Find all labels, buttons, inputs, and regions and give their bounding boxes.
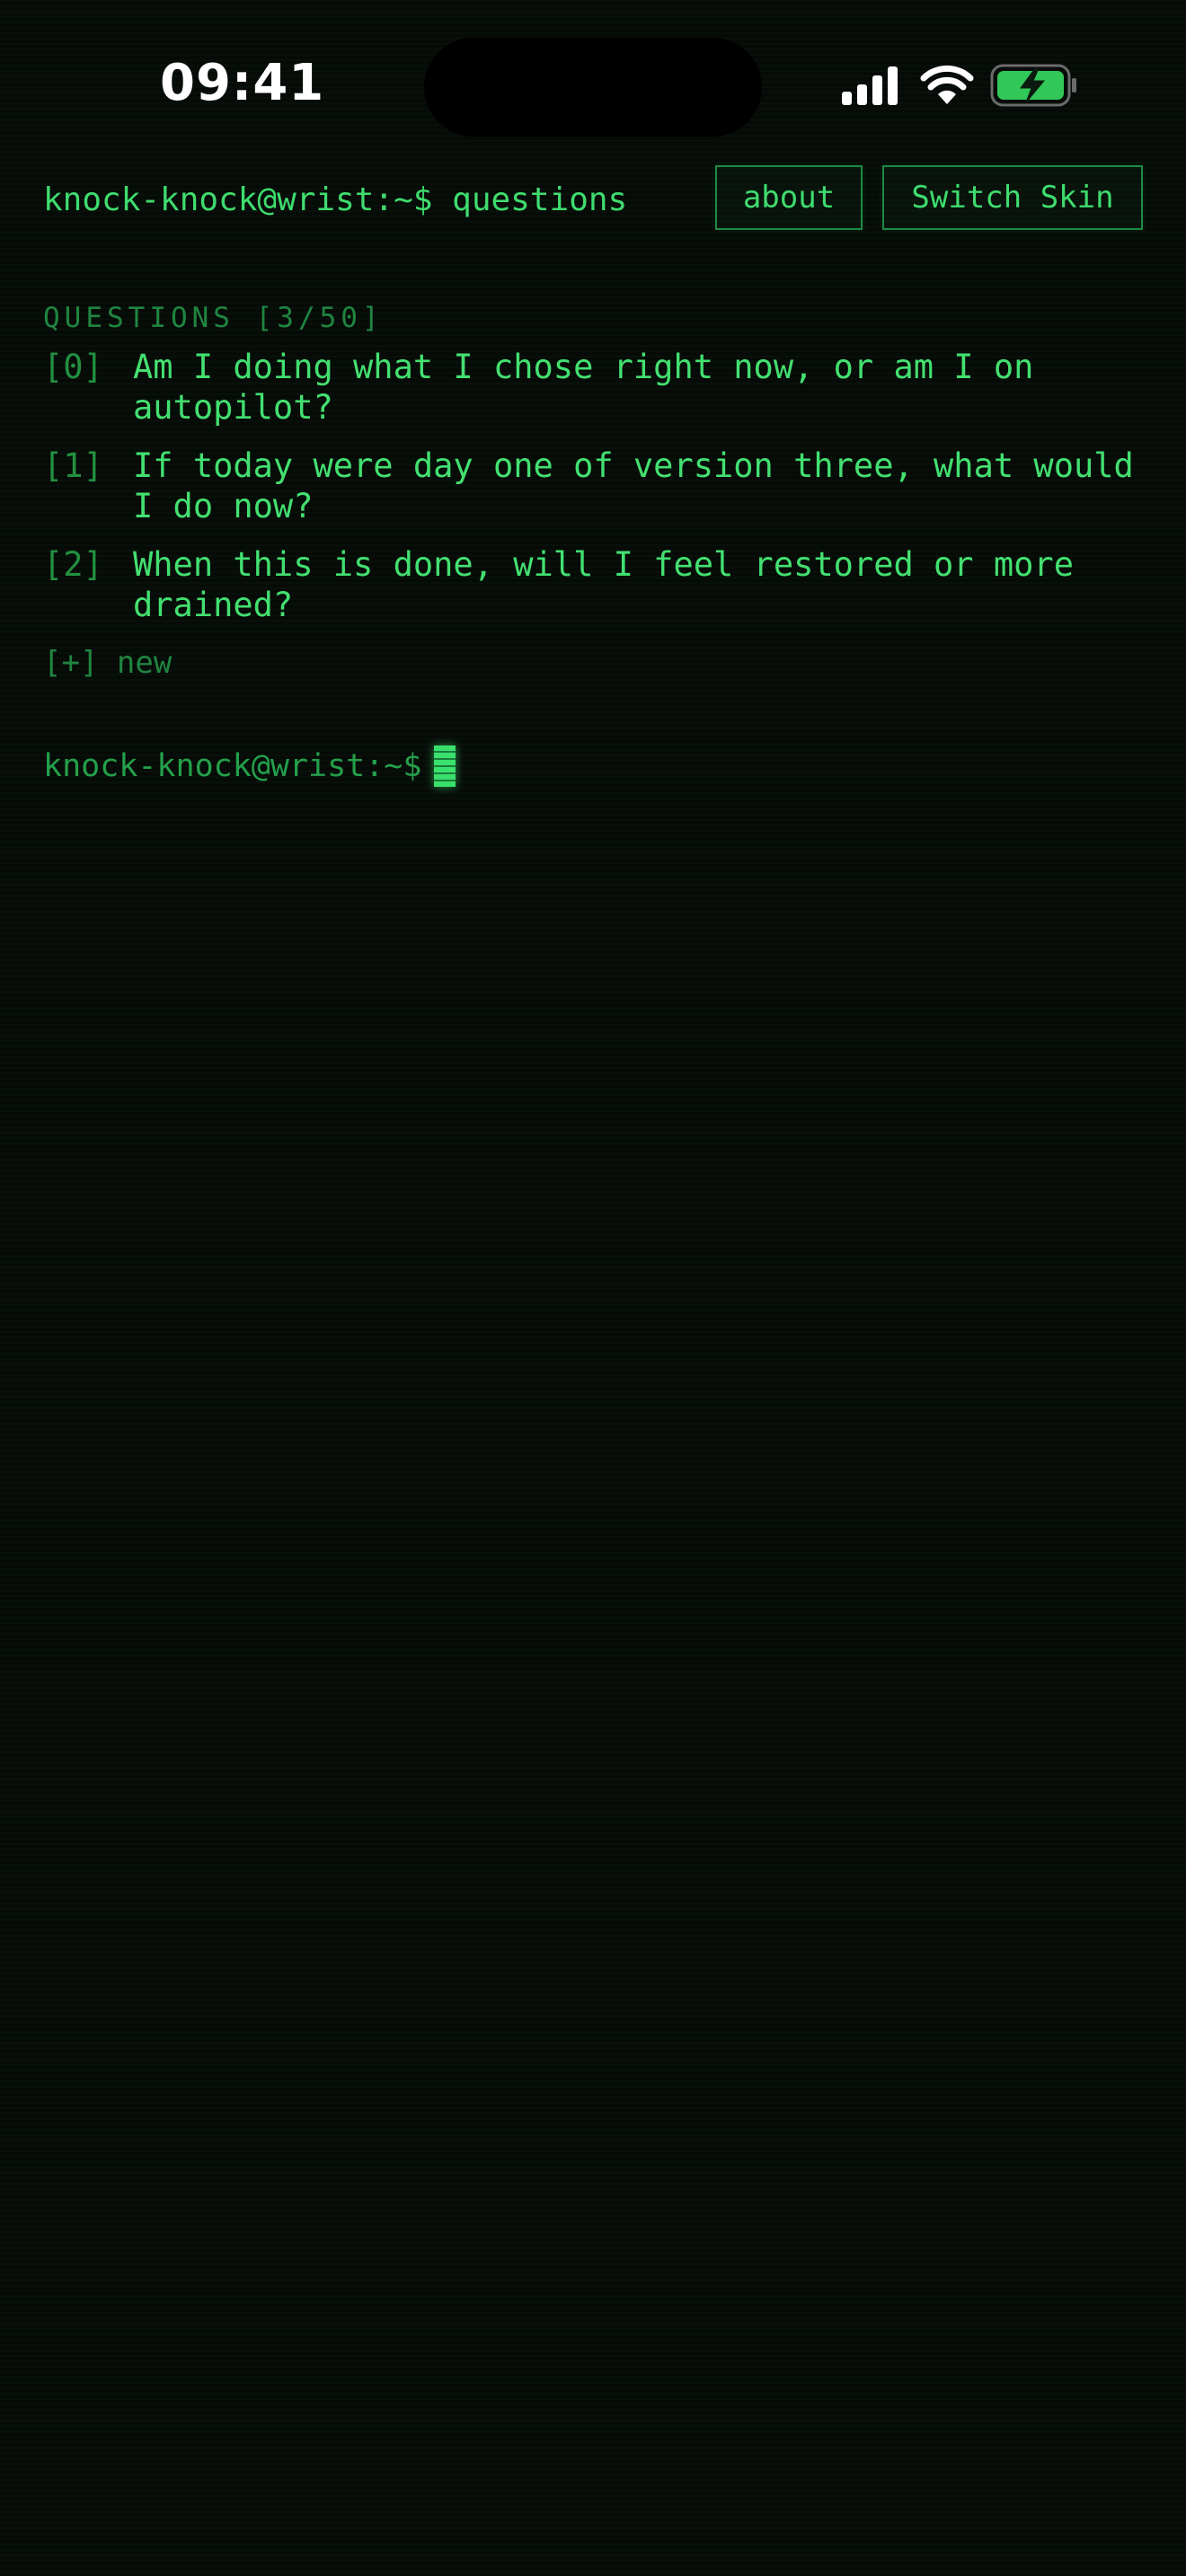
question-text: If today were day one of version three, … <box>133 446 1134 525</box>
terminal-prompt: knock-knock@wrist:~$ <box>43 748 422 784</box>
question-index: [0] <box>43 348 103 386</box>
switch-skin-button[interactable]: Switch Skin <box>882 165 1143 230</box>
question-index: [2] <box>43 545 103 584</box>
question-item[interactable]: [1] If today were day one of version thr… <box>43 446 1157 526</box>
question-text: Am I doing what I chose right now, or am… <box>133 348 1034 427</box>
about-button[interactable]: about <box>715 165 863 230</box>
question-index: [1] <box>43 446 103 485</box>
wifi-icon <box>920 65 974 104</box>
question-text: When this is done, will I feel restored … <box>133 545 1074 624</box>
battery-charging-icon <box>990 64 1076 107</box>
question-item[interactable]: [0] Am I doing what I chose right now, o… <box>43 347 1157 428</box>
header-prompt: knock-knock@wrist:~$ questions <box>43 181 628 218</box>
status-time: 09:41 <box>160 54 325 112</box>
questions-title: QUESTIONS [3/50] <box>43 302 384 334</box>
dynamic-island <box>424 38 762 137</box>
signal-icon <box>842 66 898 105</box>
questions-list: [0] Am I doing what I chose right now, o… <box>43 347 1157 643</box>
status-bar: 09:41 <box>0 0 1186 171</box>
question-item[interactable]: [2] When this is done, will I feel resto… <box>43 544 1157 625</box>
new-question-button[interactable]: [+] new <box>43 645 172 681</box>
cursor <box>434 745 456 787</box>
terminal-input[interactable]: knock-knock@wrist:~$ <box>43 745 456 787</box>
header: knock-knock@wrist:~$ questions about Swi… <box>43 163 1143 235</box>
